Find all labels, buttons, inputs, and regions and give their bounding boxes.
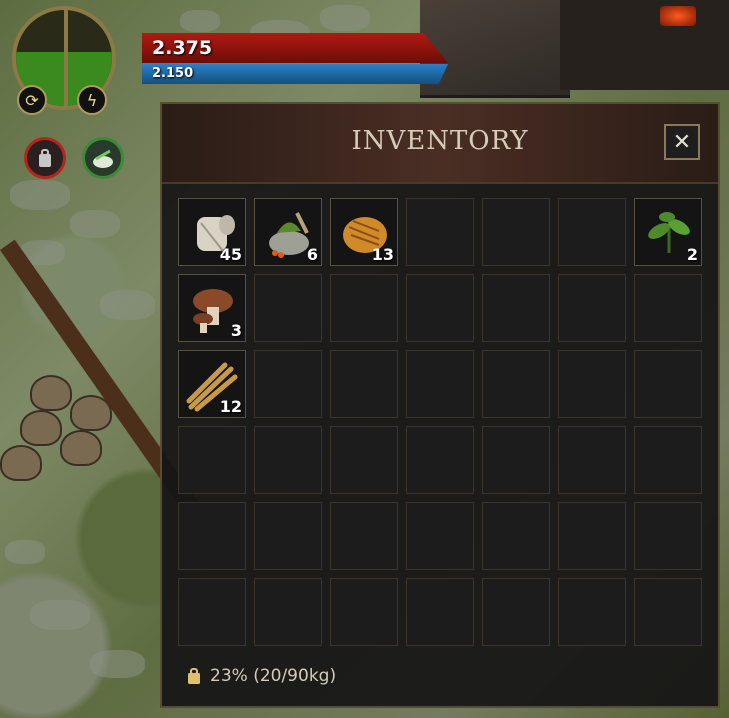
inventory-slot[interactable] xyxy=(634,578,702,646)
inventory-slot[interactable] xyxy=(178,578,246,646)
inventory-slot[interactable] xyxy=(330,502,398,570)
inventory-slot[interactable] xyxy=(482,350,550,418)
inventory-slot-cloth-roll[interactable]: 45 xyxy=(178,198,246,266)
inventory-slot-wheat[interactable]: 12 xyxy=(178,350,246,418)
grain-sack xyxy=(70,395,112,431)
inventory-slot[interactable] xyxy=(482,578,550,646)
herb-buff-icon[interactable] xyxy=(82,137,124,179)
mana-value: 2.150 xyxy=(152,66,194,81)
inventory-slot[interactable] xyxy=(330,274,398,342)
cobblestone xyxy=(180,10,220,32)
inventory-slot[interactable] xyxy=(634,274,702,342)
herb-glyph xyxy=(93,149,113,168)
cobblestone xyxy=(90,650,145,678)
weight-indicator: 23% (20/90kg) xyxy=(186,666,336,686)
inventory-slot[interactable] xyxy=(254,350,322,418)
inventory-slot[interactable] xyxy=(178,502,246,570)
cobblestone xyxy=(30,600,90,630)
weight-bag-icon xyxy=(188,668,200,684)
health-value: 2.375 xyxy=(152,37,213,59)
inventory-title: INVENTORY xyxy=(351,126,529,156)
inventory-slot[interactable] xyxy=(406,274,474,342)
weight-text: 23% (20/90kg) xyxy=(210,666,337,686)
grain-sack xyxy=(30,375,72,411)
cobblestone xyxy=(320,5,370,31)
forge xyxy=(560,0,729,90)
item-quantity: 13 xyxy=(371,245,394,264)
inventory-slot[interactable] xyxy=(254,502,322,570)
inventory-slot[interactable] xyxy=(254,578,322,646)
inventory-slot[interactable] xyxy=(634,350,702,418)
stone-wall xyxy=(420,0,570,98)
inventory-panel: INVENTORY ✕ 45 6 13 2 3 12 23% (20/90kg) xyxy=(160,102,720,708)
inventory-slot-bread[interactable]: 13 xyxy=(330,198,398,266)
inventory-slot[interactable] xyxy=(406,426,474,494)
cobblestone xyxy=(5,540,45,564)
item-quantity: 45 xyxy=(219,245,242,264)
inventory-slot[interactable] xyxy=(330,350,398,418)
inventory-slot[interactable] xyxy=(482,426,550,494)
inventory-slot[interactable] xyxy=(406,350,474,418)
inventory-slot[interactable] xyxy=(406,198,474,266)
orb-divider xyxy=(64,10,68,106)
inventory-slot[interactable] xyxy=(558,426,626,494)
inventory-slot[interactable] xyxy=(482,198,550,266)
inventory-slot[interactable] xyxy=(330,426,398,494)
grain-sack xyxy=(0,445,42,481)
inventory-slot[interactable] xyxy=(634,426,702,494)
lightning-icon[interactable]: ϟ xyxy=(77,85,107,115)
inventory-slot[interactable] xyxy=(634,502,702,570)
inventory-slot-herb-mortar[interactable]: 6 xyxy=(254,198,322,266)
inventory-slot[interactable] xyxy=(330,578,398,646)
inventory-slot[interactable] xyxy=(558,502,626,570)
item-quantity: 2 xyxy=(686,245,698,264)
inventory-slot[interactable] xyxy=(178,426,246,494)
inventory-slot[interactable] xyxy=(482,274,550,342)
inventory-slot[interactable] xyxy=(558,198,626,266)
item-quantity: 3 xyxy=(230,321,242,340)
grain-sack xyxy=(60,430,102,466)
close-button[interactable]: ✕ xyxy=(664,124,700,160)
inventory-header: INVENTORY ✕ xyxy=(162,104,718,184)
inventory-slot[interactable] xyxy=(558,274,626,342)
inventory-slot[interactable] xyxy=(558,578,626,646)
inventory-slot[interactable] xyxy=(406,502,474,570)
swap-icon[interactable]: ⟳ xyxy=(17,85,47,115)
inventory-slot[interactable] xyxy=(254,426,322,494)
inventory-slot[interactable] xyxy=(558,350,626,418)
item-quantity: 6 xyxy=(306,245,318,264)
inventory-grid: 45 6 13 2 3 12 xyxy=(178,198,702,646)
cobblestone xyxy=(100,290,155,320)
inventory-slot[interactable] xyxy=(482,502,550,570)
item-quantity: 12 xyxy=(219,397,242,416)
grain-sack xyxy=(20,410,62,446)
weight-glyph xyxy=(39,149,51,167)
forge-ember xyxy=(660,6,696,26)
cobblestone xyxy=(10,180,70,210)
weight-icon[interactable] xyxy=(24,137,66,179)
inventory-slot-leaf-plant[interactable]: 2 xyxy=(634,198,702,266)
inventory-slot[interactable] xyxy=(406,578,474,646)
cobblestone xyxy=(70,210,120,238)
inventory-slot[interactable] xyxy=(254,274,322,342)
inventory-slot-mushroom[interactable]: 3 xyxy=(178,274,246,342)
